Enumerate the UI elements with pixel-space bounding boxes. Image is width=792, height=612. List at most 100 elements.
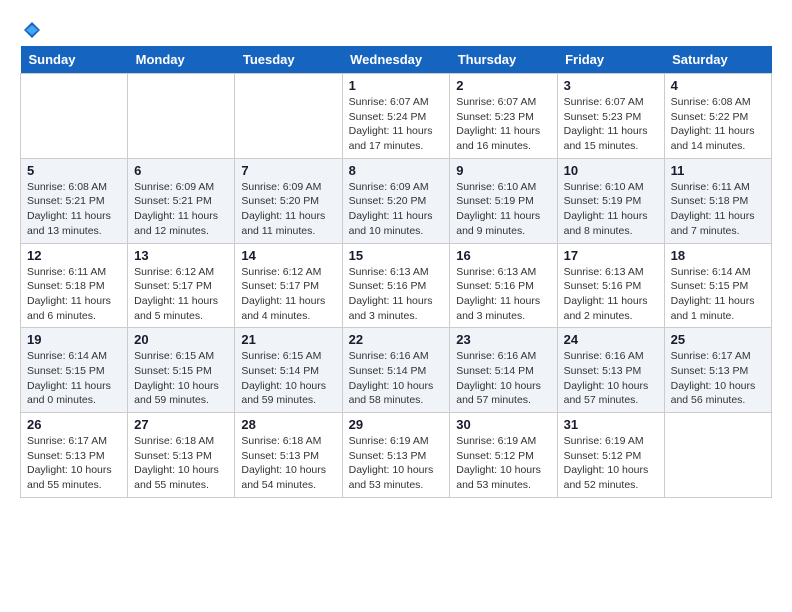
day-info: Sunrise: 6:17 AM Sunset: 5:13 PM Dayligh… [27, 434, 121, 493]
calendar-cell: 11 Sunrise: 6:11 AM Sunset: 5:18 PM Dayli… [664, 158, 771, 243]
day-number: 12 [27, 248, 121, 263]
day-info: Sunrise: 6:16 AM Sunset: 5:13 PM Dayligh… [564, 349, 658, 408]
day-number: 14 [241, 248, 335, 263]
calendar-cell: 22 Sunrise: 6:16 AM Sunset: 5:14 PM Dayli… [342, 328, 450, 413]
day-number: 9 [456, 163, 550, 178]
calendar-cell [235, 74, 342, 159]
calendar-cell: 5 Sunrise: 6:08 AM Sunset: 5:21 PM Daylig… [21, 158, 128, 243]
calendar-cell [128, 74, 235, 159]
day-info: Sunrise: 6:08 AM Sunset: 5:22 PM Dayligh… [671, 95, 765, 154]
weekday-sunday: Sunday [21, 46, 128, 74]
calendar-cell: 20 Sunrise: 6:15 AM Sunset: 5:15 PM Dayli… [128, 328, 235, 413]
calendar-cell: 4 Sunrise: 6:08 AM Sunset: 5:22 PM Daylig… [664, 74, 771, 159]
day-info: Sunrise: 6:07 AM Sunset: 5:23 PM Dayligh… [456, 95, 550, 154]
day-info: Sunrise: 6:11 AM Sunset: 5:18 PM Dayligh… [671, 180, 765, 239]
day-info: Sunrise: 6:15 AM Sunset: 5:14 PM Dayligh… [241, 349, 335, 408]
day-number: 2 [456, 78, 550, 93]
calendar-cell: 27 Sunrise: 6:18 AM Sunset: 5:13 PM Dayli… [128, 413, 235, 498]
day-number: 11 [671, 163, 765, 178]
day-info: Sunrise: 6:07 AM Sunset: 5:24 PM Dayligh… [349, 95, 444, 154]
day-info: Sunrise: 6:14 AM Sunset: 5:15 PM Dayligh… [27, 349, 121, 408]
calendar-cell: 30Sunrise: 6:19 AM Sunset: 5:12 PM Dayli… [450, 413, 557, 498]
day-number: 31 [564, 417, 658, 432]
calendar-cell: 31 Sunrise: 6:19 AM Sunset: 5:12 PM Dayli… [557, 413, 664, 498]
calendar-cell: 3 Sunrise: 6:07 AM Sunset: 5:23 PM Daylig… [557, 74, 664, 159]
day-info: Sunrise: 6:09 AM Sunset: 5:20 PM Dayligh… [349, 180, 444, 239]
calendar-week-4: 19 Sunrise: 6:14 AM Sunset: 5:15 PM Dayli… [21, 328, 772, 413]
day-number: 18 [671, 248, 765, 263]
weekday-tuesday: Tuesday [235, 46, 342, 74]
day-number: 23 [456, 332, 550, 347]
calendar-week-1: 1 Sunrise: 6:07 AM Sunset: 5:24 PM Daylig… [21, 74, 772, 159]
calendar-cell: 10 Sunrise: 6:10 AM Sunset: 5:19 PM Dayli… [557, 158, 664, 243]
calendar-cell: 13Sunrise: 6:12 AM Sunset: 5:17 PM Dayli… [128, 243, 235, 328]
day-info: Sunrise: 6:13 AM Sunset: 5:16 PM Dayligh… [564, 265, 658, 324]
day-number: 26 [27, 417, 121, 432]
day-info: Sunrise: 6:10 AM Sunset: 5:19 PM Dayligh… [564, 180, 658, 239]
weekday-friday: Friday [557, 46, 664, 74]
calendar-cell: 7 Sunrise: 6:09 AM Sunset: 5:20 PM Daylig… [235, 158, 342, 243]
calendar-cell: 17 Sunrise: 6:13 AM Sunset: 5:16 PM Dayli… [557, 243, 664, 328]
day-number: 30 [456, 417, 550, 432]
day-info: Sunrise: 6:13 AM Sunset: 5:16 PM Dayligh… [349, 265, 444, 324]
calendar-cell: 26 Sunrise: 6:17 AM Sunset: 5:13 PM Dayli… [21, 413, 128, 498]
day-info: Sunrise: 6:18 AM Sunset: 5:13 PM Dayligh… [241, 434, 335, 493]
day-number: 5 [27, 163, 121, 178]
calendar-cell: 9 Sunrise: 6:10 AM Sunset: 5:19 PM Daylig… [450, 158, 557, 243]
day-info: Sunrise: 6:13 AM Sunset: 5:16 PM Dayligh… [456, 265, 550, 324]
logo-icon [22, 20, 42, 40]
day-info: Sunrise: 6:19 AM Sunset: 5:12 PM Dayligh… [564, 434, 658, 493]
calendar-table: SundayMondayTuesdayWednesdayThursdayFrid… [20, 46, 772, 498]
day-info: Sunrise: 6:16 AM Sunset: 5:14 PM Dayligh… [349, 349, 444, 408]
day-number: 7 [241, 163, 335, 178]
day-info: Sunrise: 6:14 AM Sunset: 5:15 PM Dayligh… [671, 265, 765, 324]
calendar-cell: 29 Sunrise: 6:19 AM Sunset: 5:13 PM Dayli… [342, 413, 450, 498]
calendar-cell: 8Sunrise: 6:09 AM Sunset: 5:20 PM Daylig… [342, 158, 450, 243]
weekday-wednesday: Wednesday [342, 46, 450, 74]
calendar-cell: 19 Sunrise: 6:14 AM Sunset: 5:15 PM Dayli… [21, 328, 128, 413]
day-number: 29 [349, 417, 444, 432]
calendar-cell: 21Sunrise: 6:15 AM Sunset: 5:14 PM Dayli… [235, 328, 342, 413]
calendar-cell: 24 Sunrise: 6:16 AM Sunset: 5:13 PM Dayli… [557, 328, 664, 413]
day-info: Sunrise: 6:09 AM Sunset: 5:21 PM Dayligh… [134, 180, 228, 239]
day-info: Sunrise: 6:19 AM Sunset: 5:13 PM Dayligh… [349, 434, 444, 493]
day-number: 19 [27, 332, 121, 347]
calendar-cell: 6Sunrise: 6:09 AM Sunset: 5:21 PM Daylig… [128, 158, 235, 243]
day-number: 27 [134, 417, 228, 432]
logo [20, 20, 42, 40]
day-number: 24 [564, 332, 658, 347]
day-number: 16 [456, 248, 550, 263]
day-number: 20 [134, 332, 228, 347]
day-number: 3 [564, 78, 658, 93]
day-info: Sunrise: 6:11 AM Sunset: 5:18 PM Dayligh… [27, 265, 121, 324]
day-number: 28 [241, 417, 335, 432]
calendar-cell [21, 74, 128, 159]
calendar-cell: 1 Sunrise: 6:07 AM Sunset: 5:24 PM Daylig… [342, 74, 450, 159]
calendar-cell: 28 Sunrise: 6:18 AM Sunset: 5:13 PM Dayli… [235, 413, 342, 498]
day-info: Sunrise: 6:08 AM Sunset: 5:21 PM Dayligh… [27, 180, 121, 239]
calendar-cell: 14Sunrise: 6:12 AM Sunset: 5:17 PM Dayli… [235, 243, 342, 328]
calendar-cell: 12 Sunrise: 6:11 AM Sunset: 5:18 PM Dayli… [21, 243, 128, 328]
calendar-week-3: 12 Sunrise: 6:11 AM Sunset: 5:18 PM Dayli… [21, 243, 772, 328]
day-number: 22 [349, 332, 444, 347]
day-number: 17 [564, 248, 658, 263]
day-info: Sunrise: 6:15 AM Sunset: 5:15 PM Dayligh… [134, 349, 228, 408]
day-number: 4 [671, 78, 765, 93]
day-number: 10 [564, 163, 658, 178]
day-info: Sunrise: 6:07 AM Sunset: 5:23 PM Dayligh… [564, 95, 658, 154]
calendar-week-5: 26 Sunrise: 6:17 AM Sunset: 5:13 PM Dayli… [21, 413, 772, 498]
day-number: 1 [349, 78, 444, 93]
day-number: 15 [349, 248, 444, 263]
calendar-cell: 25 Sunrise: 6:17 AM Sunset: 5:13 PM Dayli… [664, 328, 771, 413]
day-info: Sunrise: 6:18 AM Sunset: 5:13 PM Dayligh… [134, 434, 228, 493]
calendar-cell [664, 413, 771, 498]
day-info: Sunrise: 6:10 AM Sunset: 5:19 PM Dayligh… [456, 180, 550, 239]
day-info: Sunrise: 6:17 AM Sunset: 5:13 PM Dayligh… [671, 349, 765, 408]
calendar-cell: 2 Sunrise: 6:07 AM Sunset: 5:23 PM Daylig… [450, 74, 557, 159]
day-info: Sunrise: 6:09 AM Sunset: 5:20 PM Dayligh… [241, 180, 335, 239]
day-info: Sunrise: 6:12 AM Sunset: 5:17 PM Dayligh… [134, 265, 228, 324]
calendar-cell: 16 Sunrise: 6:13 AM Sunset: 5:16 PM Dayli… [450, 243, 557, 328]
weekday-header-row: SundayMondayTuesdayWednesdayThursdayFrid… [21, 46, 772, 74]
day-info: Sunrise: 6:16 AM Sunset: 5:14 PM Dayligh… [456, 349, 550, 408]
day-number: 25 [671, 332, 765, 347]
